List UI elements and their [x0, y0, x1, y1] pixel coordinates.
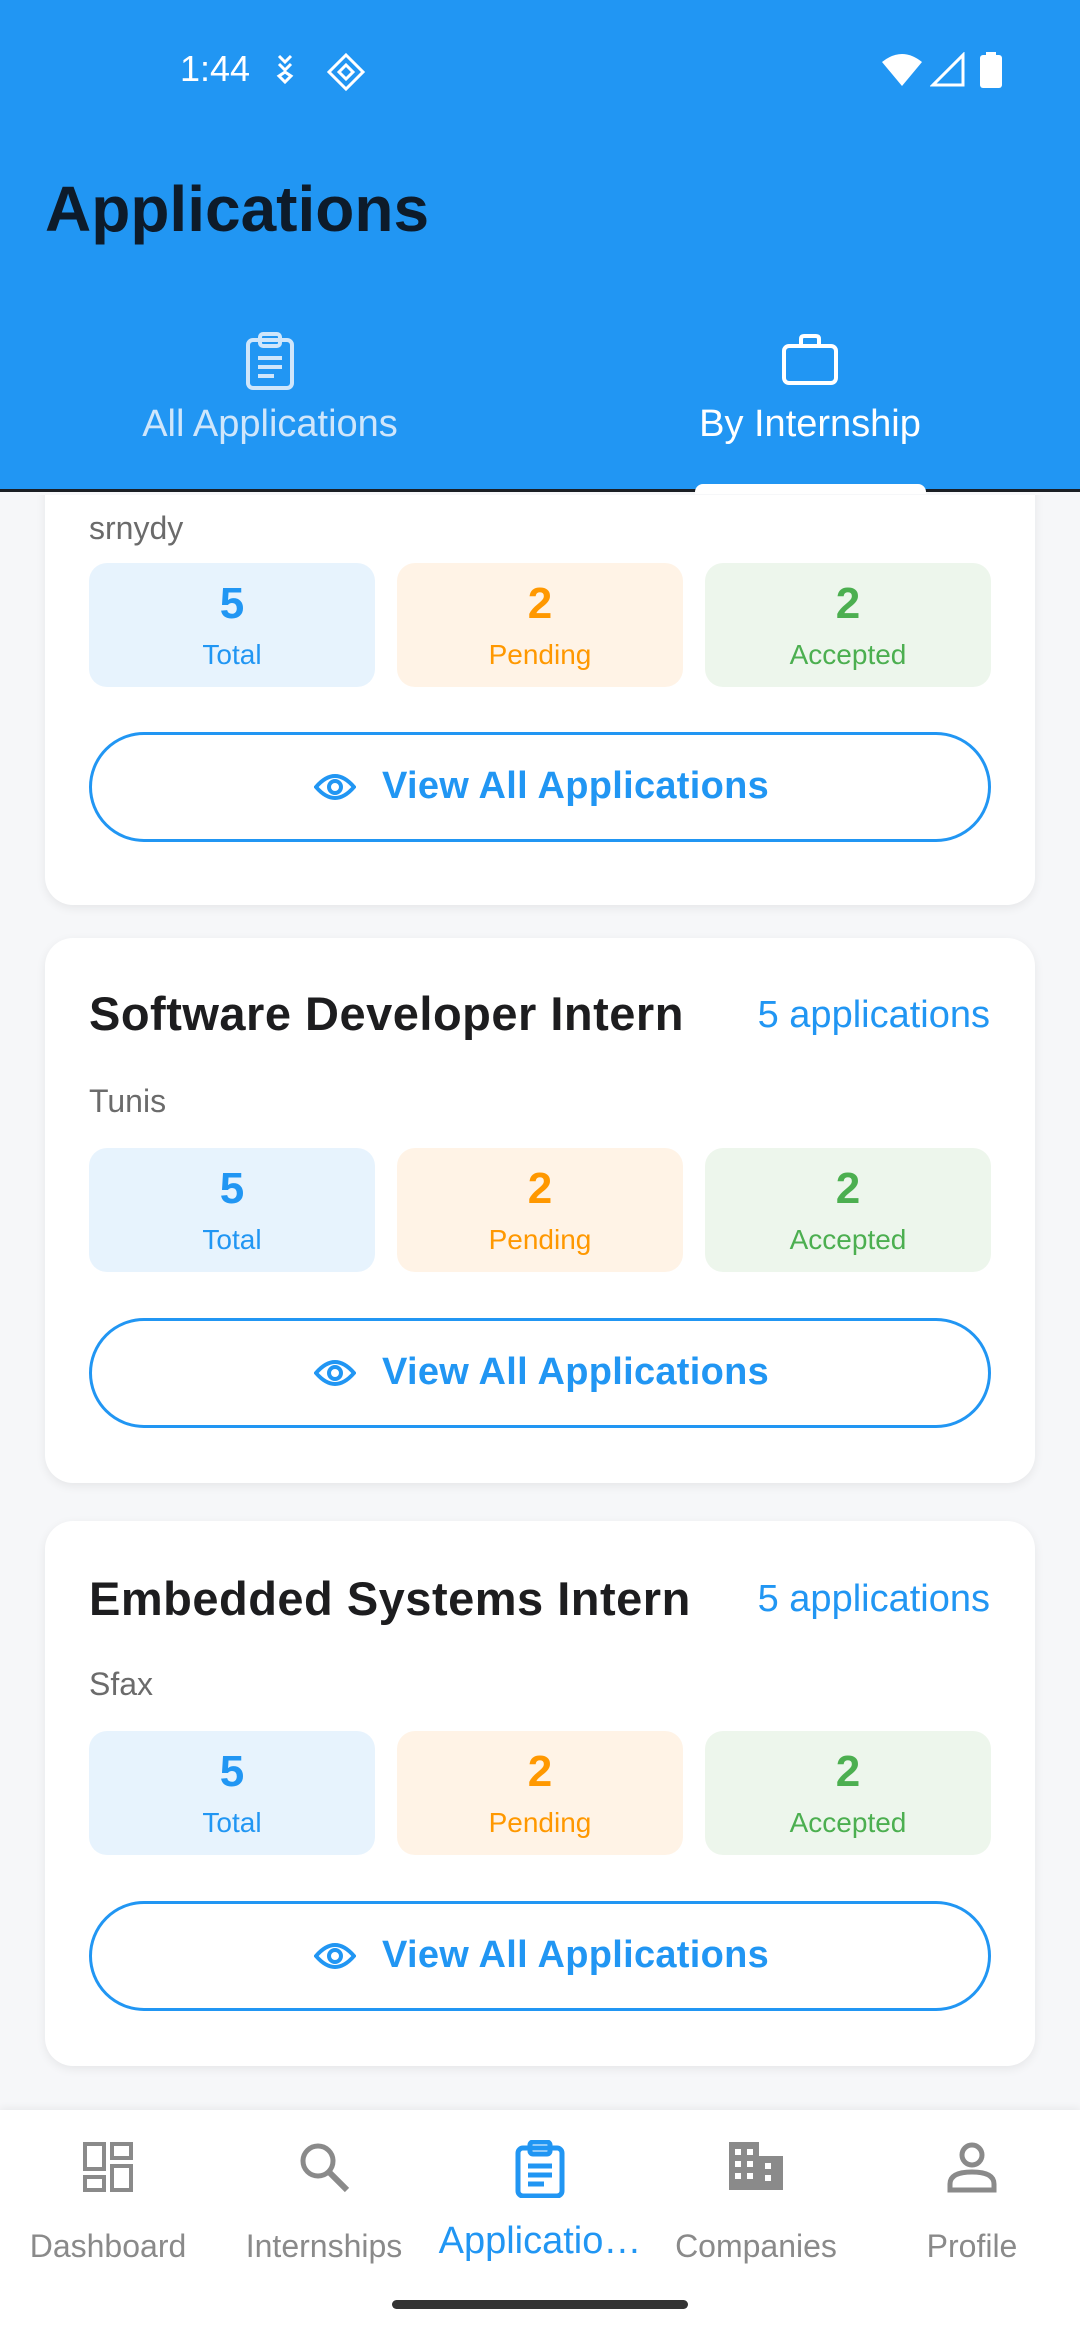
nav-label: Applicatio…	[438, 2220, 642, 2262]
stat-accepted-label: Accepted	[789, 1224, 907, 1255]
building-icon	[727, 2140, 785, 2197]
stat-pending-value: 2	[527, 579, 553, 628]
eye-icon	[313, 1940, 357, 1977]
stat-total-label: Total	[202, 639, 262, 670]
nav-dashboard[interactable]: Dashboard	[0, 2110, 216, 2310]
view-all-applications-button[interactable]: View All Applications	[89, 732, 991, 842]
briefcase-icon	[781, 332, 839, 391]
tab-indicator	[695, 484, 926, 494]
stat-accepted-label: Accepted	[789, 1807, 907, 1838]
nav-label: Companies	[675, 2228, 837, 2264]
eye-icon	[313, 1357, 357, 1394]
internship-title: Software Developer Intern	[89, 987, 684, 1040]
nav-profile[interactable]: Profile	[864, 2110, 1080, 2310]
applications-count: 5 applications	[757, 994, 990, 1036]
nav-label: Profile	[926, 2228, 1018, 2264]
view-all-applications-button[interactable]: View All Applications	[89, 1901, 991, 2011]
internship-card: Embedded Systems Intern 5 applications S…	[45, 1521, 1035, 2066]
stat-total: 5 Total	[89, 1148, 375, 1272]
stat-total: 5 Total	[89, 563, 375, 687]
nav-companies[interactable]: Companies	[648, 2110, 864, 2310]
internship-card: Software Developer Intern 5 applications…	[45, 938, 1035, 1483]
stat-total-label: Total	[202, 1224, 262, 1255]
stat-accepted: 2 Accepted	[705, 1148, 991, 1272]
stat-total: 5 Total	[89, 1731, 375, 1855]
tab-label: By Internship	[699, 403, 921, 445]
tab-all-applications[interactable]: All Applications	[0, 320, 540, 490]
stat-accepted: 2 Accepted	[705, 563, 991, 687]
button-label: View All Applications	[382, 1934, 770, 1976]
nav-internships[interactable]: Internships	[216, 2110, 432, 2310]
stat-pending: 2 Pending	[397, 1148, 683, 1272]
stat-accepted-label: Accepted	[789, 639, 907, 670]
stat-accepted-value: 2	[835, 1164, 861, 1213]
internship-card: srnydy 5 Total 2 Pending 2 Accepted View…	[45, 495, 1035, 905]
applications-count: 5 applications	[757, 1578, 990, 1620]
clipboard-icon	[243, 332, 297, 395]
internship-location: Sfax	[89, 1666, 154, 1702]
internship-list[interactable]: srnydy 5 Total 2 Pending 2 Accepted View…	[0, 495, 1080, 2110]
app-bar: 1:44 Applications All Applications By In…	[0, 0, 1080, 494]
stat-total-value: 5	[219, 1164, 245, 1213]
stat-accepted-value: 2	[835, 1747, 861, 1796]
stat-pending-value: 2	[527, 1164, 553, 1213]
internship-location: Tunis	[89, 1083, 167, 1119]
home-indicator[interactable]	[392, 2300, 688, 2309]
internship-location: srnydy	[89, 510, 184, 546]
view-all-applications-button[interactable]: View All Applications	[89, 1318, 991, 1428]
nav-applications[interactable]: Applicatio…	[432, 2110, 648, 2310]
stat-accepted-value: 2	[835, 579, 861, 628]
eye-icon	[313, 771, 357, 808]
status-time: 1:44	[180, 48, 251, 89]
stat-pending: 2 Pending	[397, 563, 683, 687]
nav-label: Dashboard	[29, 2228, 187, 2264]
wifi-icon	[880, 52, 924, 93]
status-bar: 1:44	[0, 0, 1080, 140]
stat-pending-label: Pending	[488, 639, 592, 670]
stat-pending-label: Pending	[488, 1807, 592, 1838]
battery-icon	[980, 52, 1002, 93]
stat-accepted: 2 Accepted	[705, 1731, 991, 1855]
internship-title: Embedded Systems Intern	[89, 1572, 691, 1625]
stat-total-value: 5	[219, 1747, 245, 1796]
stat-pending-label: Pending	[488, 1224, 592, 1255]
tab-by-internship[interactable]: By Internship	[540, 320, 1080, 490]
button-label: View All Applications	[382, 1351, 770, 1393]
clipboard-icon	[513, 2139, 567, 2203]
notification-download-icon	[270, 52, 300, 91]
button-label: View All Applications	[382, 765, 770, 807]
person-icon	[945, 2140, 999, 2199]
tab-label: All Applications	[142, 403, 398, 445]
stat-pending-value: 2	[527, 1747, 553, 1796]
stat-total-label: Total	[202, 1807, 262, 1838]
stat-pending: 2 Pending	[397, 1731, 683, 1855]
search-icon	[297, 2140, 351, 2199]
nav-label: Internships	[245, 2228, 403, 2264]
stat-total-value: 5	[219, 579, 245, 628]
page-title: Applications	[45, 173, 430, 245]
dashboard-icon	[81, 2140, 135, 2199]
diamond-app-icon	[326, 52, 366, 97]
cellular-signal-icon	[929, 51, 966, 93]
